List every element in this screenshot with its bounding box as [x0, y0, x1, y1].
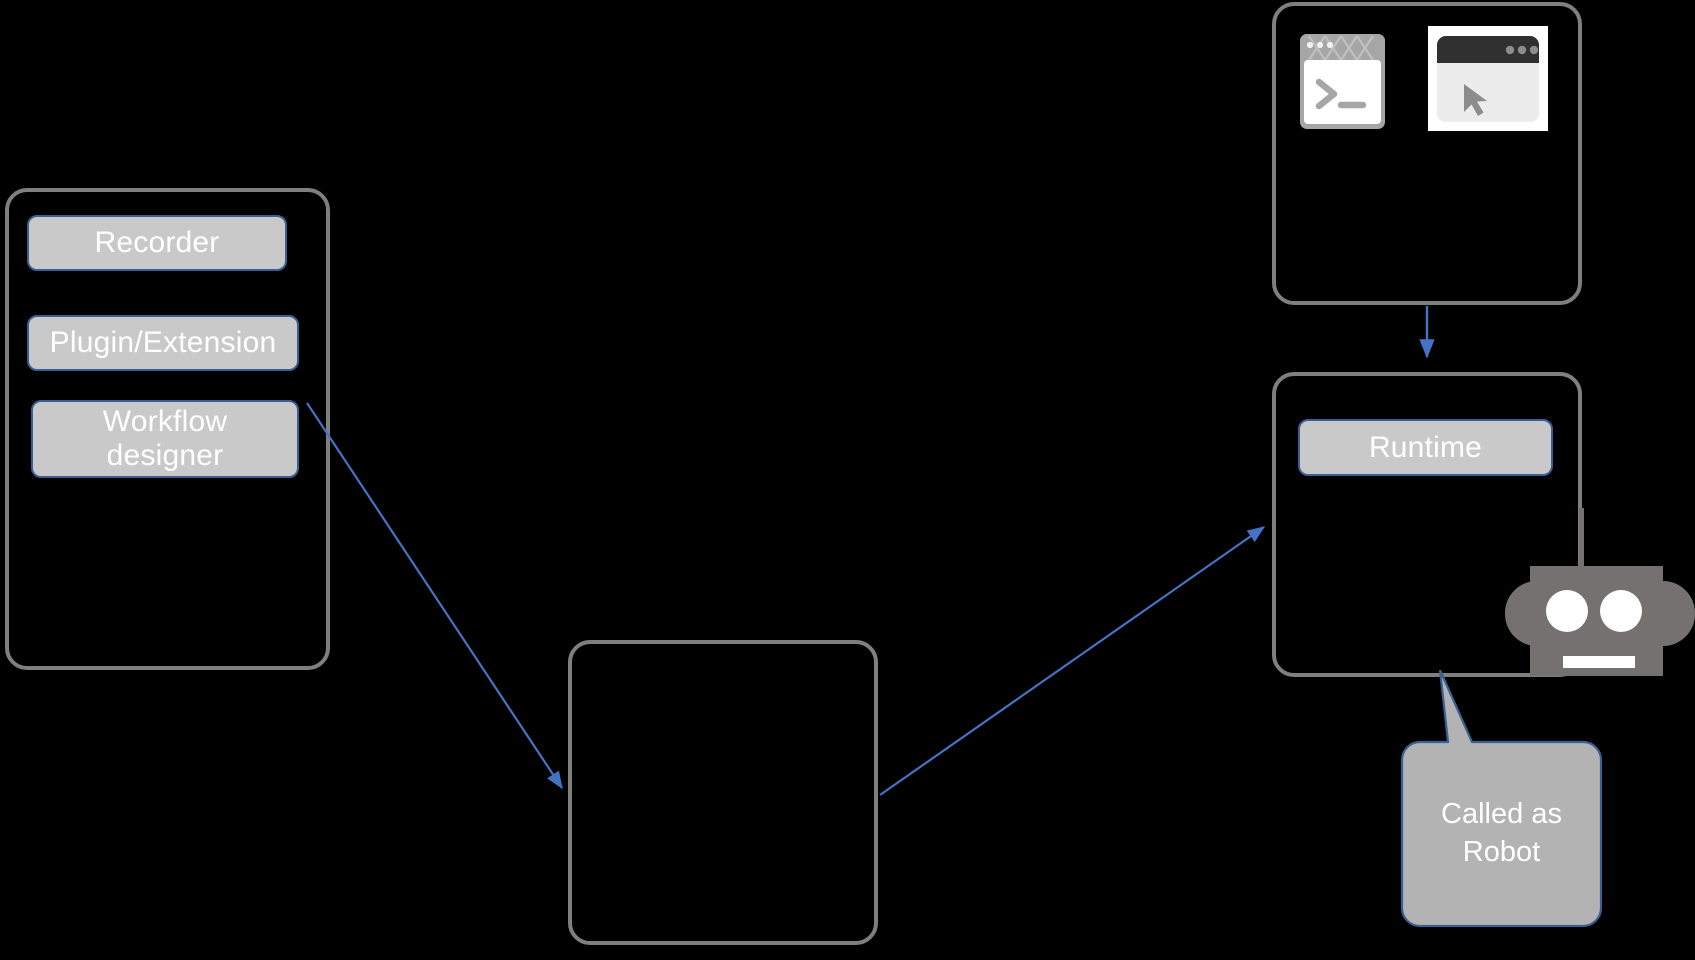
robot-icon-svg [1505, 508, 1695, 676]
callout-called-as-robot[interactable]: Called as Robot [1380, 670, 1605, 930]
center-to-runtime-arrow [879, 526, 1266, 796]
robot-icon [1505, 508, 1695, 693]
callout-shape [1400, 670, 1603, 928]
designer-to-center-arrow [306, 402, 563, 790]
diagram-canvas: Recorder Plugin/Extension Workflow desig… [0, 0, 1695, 960]
